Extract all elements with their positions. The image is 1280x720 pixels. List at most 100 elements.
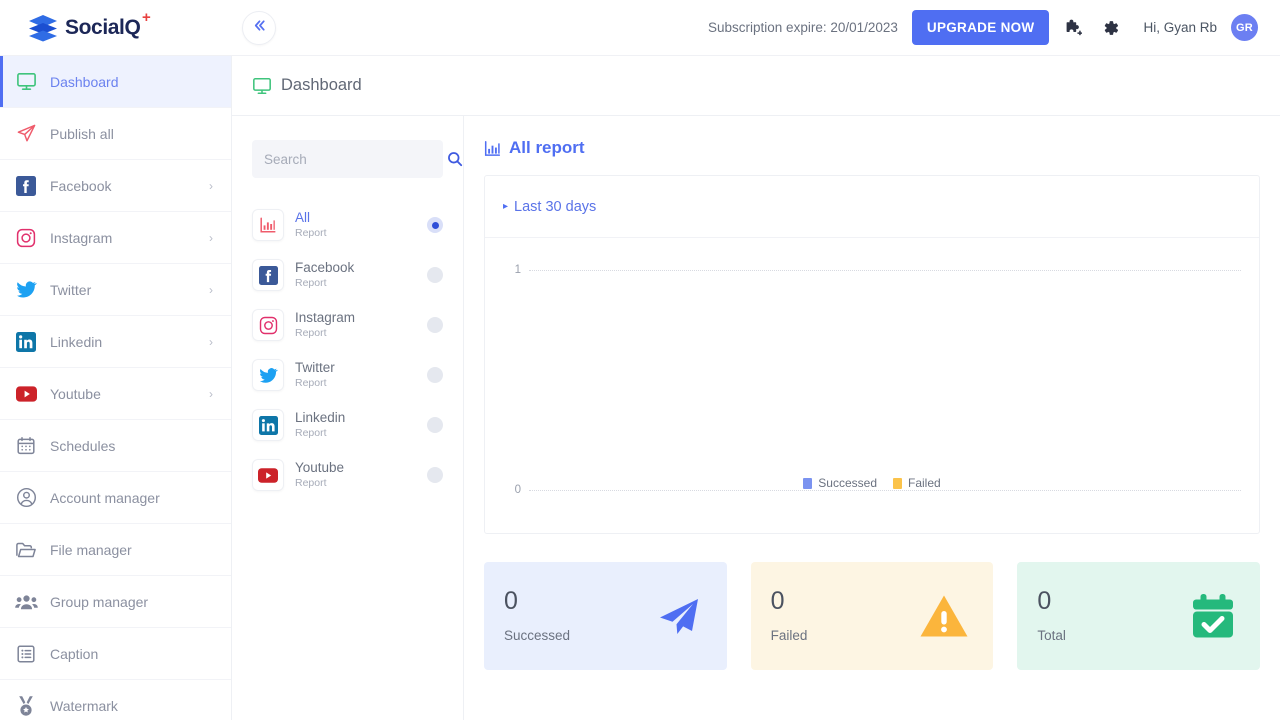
- app-root: SocialQ + Subscription expire: 20/01/202…: [0, 0, 1280, 720]
- sidebar-item-dashboard[interactable]: Dashboard: [0, 56, 231, 108]
- chevron-right-icon: ›: [209, 386, 213, 401]
- legend-swatch-successed: [803, 477, 813, 489]
- legend-label: Successed: [818, 476, 877, 490]
- sidebar-collapse-button[interactable]: [242, 10, 276, 45]
- legend-swatch-failed: [893, 477, 902, 489]
- search-input[interactable]: [264, 151, 441, 167]
- avatar[interactable]: GR: [1231, 14, 1258, 41]
- stat-card-failed: 0 Failed: [750, 562, 994, 670]
- report-items-list: All Report Facebook Report Instagram Rep…: [252, 200, 443, 500]
- gridline-upper: [529, 270, 1241, 271]
- sidebar-item-label: Linkedin: [50, 333, 103, 350]
- report-item-radio[interactable]: [427, 317, 443, 333]
- medal-icon: [14, 694, 38, 718]
- stat-label: Total: [1037, 628, 1066, 643]
- report-item-sub: Report: [295, 226, 327, 239]
- sidebar-item-label: Account manager: [50, 489, 160, 506]
- search-box[interactable]: [252, 140, 463, 178]
- monitor-icon: [14, 70, 38, 94]
- report-item-radio[interactable]: [427, 267, 443, 283]
- sidebar-item-file-manager[interactable]: File manager: [0, 524, 231, 576]
- sidebar: Dashboard Publish all Facebook › Instagr…: [0, 56, 232, 720]
- report-item-text: Youtube Report: [295, 460, 416, 491]
- gridline-baseline: [529, 490, 1241, 491]
- chevron-right-icon: ›: [209, 282, 213, 297]
- legend-item-successed[interactable]: Successed: [803, 476, 877, 490]
- puzzle-piece-icon[interactable]: [1063, 17, 1085, 39]
- report-item-radio[interactable]: [427, 367, 443, 383]
- brand-name: SocialQ +: [65, 10, 151, 40]
- twitter-icon: [14, 278, 38, 302]
- sidebar-item-schedules[interactable]: Schedules: [0, 420, 231, 472]
- sidebar-item-label: Youtube: [50, 385, 101, 402]
- header-right-group: Subscription expire: 20/01/2023 UPGRADE …: [708, 10, 1280, 45]
- stat-value: 0: [1037, 587, 1052, 615]
- linkedin-icon: [252, 409, 284, 441]
- sidebar-item-twitter[interactable]: Twitter ›: [0, 264, 231, 316]
- brand[interactable]: SocialQ +: [0, 0, 232, 56]
- y-axis-tick-1: 1: [514, 264, 521, 276]
- stacked-layers-logo: [28, 14, 58, 42]
- greeting-text: Hi, Gyan Rb: [1143, 20, 1217, 35]
- report-item-name: Facebook: [295, 259, 355, 275]
- page-header: Dashboard: [232, 56, 1280, 116]
- report-item-text: All Report: [295, 210, 416, 241]
- report-item-radio[interactable]: [427, 417, 443, 433]
- sidebar-item-group-manager[interactable]: Group manager: [0, 576, 231, 628]
- report-item-name: Youtube: [295, 459, 345, 475]
- gear-icon[interactable]: [1099, 17, 1121, 39]
- report-item-name: All: [295, 209, 311, 225]
- stat-card-total: 0 Total: [1017, 562, 1261, 670]
- sidebar-item-watermark[interactable]: Watermark: [0, 680, 231, 720]
- search-icon[interactable]: [447, 151, 463, 167]
- report-item-radio[interactable]: [427, 467, 443, 483]
- sidebar-item-instagram[interactable]: Instagram ›: [0, 212, 231, 264]
- report-item-linkedin[interactable]: Linkedin Report: [252, 400, 443, 450]
- chevron-right-icon: ›: [209, 334, 213, 349]
- youtube-icon: [14, 382, 38, 406]
- report-list-panel: All Report Facebook Report: [232, 116, 464, 720]
- twitter-icon: [252, 359, 284, 391]
- report-item-twitter[interactable]: Twitter Report: [252, 350, 443, 400]
- main-content: All report ▸ Last 30 days 1 0 Successed: [464, 116, 1280, 720]
- report-item-sub: Report: [295, 476, 327, 489]
- chart-range-header: ▸ Last 30 days: [485, 176, 1259, 238]
- report-item-facebook[interactable]: Facebook Report: [252, 250, 443, 300]
- youtube-icon: [252, 459, 284, 491]
- page-title: Dashboard: [281, 76, 362, 94]
- report-item-text: Twitter Report: [295, 360, 416, 391]
- chevron-double-left-icon: [252, 18, 267, 37]
- paper-plane-icon: [14, 122, 38, 146]
- sidebar-item-label: File manager: [50, 541, 132, 558]
- report-item-sub: Report: [295, 276, 327, 289]
- sidebar-item-account-manager[interactable]: Account manager: [0, 472, 231, 524]
- sidebar-item-youtube[interactable]: Youtube ›: [0, 368, 231, 420]
- chart-legend: Successed Failed: [503, 476, 1241, 490]
- facebook-icon: [252, 259, 284, 291]
- upgrade-now-button[interactable]: UPGRADE NOW: [911, 10, 1050, 45]
- report-item-radio[interactable]: [427, 217, 443, 233]
- sidebar-item-caption[interactable]: Caption: [0, 628, 231, 680]
- sidebar-item-publish-all[interactable]: Publish all: [0, 108, 231, 160]
- instagram-icon: [14, 226, 38, 250]
- all-report-heading: All report: [484, 138, 1260, 158]
- stat-card-successed: 0 Successed: [484, 562, 727, 670]
- date-range-selector[interactable]: Last 30 days: [514, 199, 596, 215]
- paper-plane-icon: [655, 592, 703, 640]
- sidebar-item-label: Watermark: [50, 697, 118, 714]
- report-item-youtube[interactable]: Youtube Report: [252, 450, 443, 500]
- chevron-right-icon: ›: [209, 230, 213, 245]
- bar-chart-icon: [252, 209, 284, 241]
- warning-triangle-icon: [919, 593, 969, 639]
- bar-chart-icon: [484, 140, 501, 157]
- sidebar-item-facebook[interactable]: Facebook ›: [0, 160, 231, 212]
- report-item-instagram[interactable]: Instagram Report: [252, 300, 443, 350]
- facebook-icon: [14, 174, 38, 198]
- legend-item-failed[interactable]: Failed: [893, 476, 941, 490]
- sidebar-item-linkedin[interactable]: Linkedin ›: [0, 316, 231, 368]
- sidebar-item-label: Group manager: [50, 593, 149, 610]
- report-item-all[interactable]: All Report: [252, 200, 443, 250]
- calendar-check-icon: [1190, 592, 1236, 640]
- calendar-icon: [14, 434, 38, 458]
- stat-label: Successed: [504, 628, 571, 643]
